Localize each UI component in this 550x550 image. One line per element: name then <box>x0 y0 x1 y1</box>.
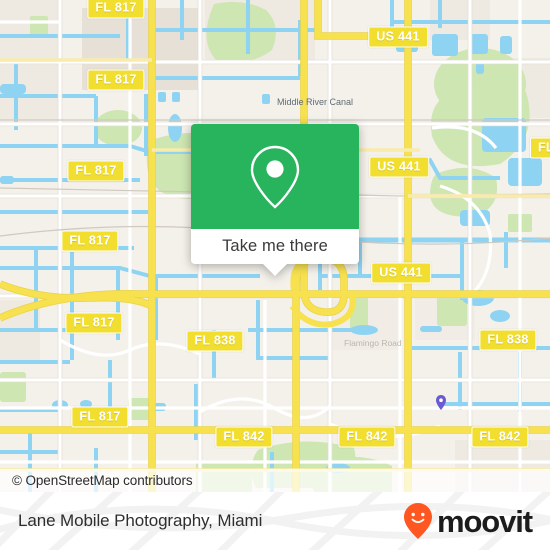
route-shield: FL 817 <box>71 406 129 428</box>
route-shield: FL 817 <box>65 312 123 334</box>
place-title: Lane Mobile Photography, Miami <box>18 511 263 530</box>
route-shield: FL 842 <box>471 426 529 448</box>
callout-label: Take me there <box>222 237 328 255</box>
map-pin-icon <box>250 145 300 209</box>
route-shield: FL 817 <box>87 0 145 19</box>
footer-bar: Lane Mobile Photography, Miami moovit <box>0 492 550 550</box>
route-shield: FL 838 <box>186 330 244 352</box>
route-shield: FL <box>530 137 550 159</box>
route-shield: FL 817 <box>61 230 119 252</box>
callout-icon-area <box>191 124 359 229</box>
route-shield: FL 842 <box>338 426 396 448</box>
route-shield: FL 817 <box>87 69 145 91</box>
attribution-text: © OpenStreetMap contributors <box>12 473 193 488</box>
label-flamingo-road: Flamingo Road <box>344 338 402 348</box>
moovit-wordmark: moovit <box>436 503 533 539</box>
route-shield: FL 842 <box>215 426 273 448</box>
map-attribution[interactable]: © OpenStreetMap contributors <box>0 469 550 492</box>
moovit-smiling-pin-icon <box>403 503 432 539</box>
callout-label-area[interactable]: Take me there <box>191 229 359 276</box>
moovit-place-card: .w { fill:#8ed4f2; } .ws { stroke:#8ed4f… <box>0 0 550 550</box>
label-middle-river-canal: Middle River Canal <box>277 97 353 107</box>
route-shield: US 441 <box>369 156 429 178</box>
moovit-logo[interactable]: moovit <box>403 492 533 550</box>
route-shield: FL 817 <box>67 160 125 182</box>
take-me-there-callout[interactable]: Take me there <box>191 124 359 276</box>
callout-pointer <box>262 263 288 276</box>
route-shield: US 441 <box>368 26 428 48</box>
route-shield: US 441 <box>371 262 431 284</box>
route-shield: FL 838 <box>479 329 537 351</box>
